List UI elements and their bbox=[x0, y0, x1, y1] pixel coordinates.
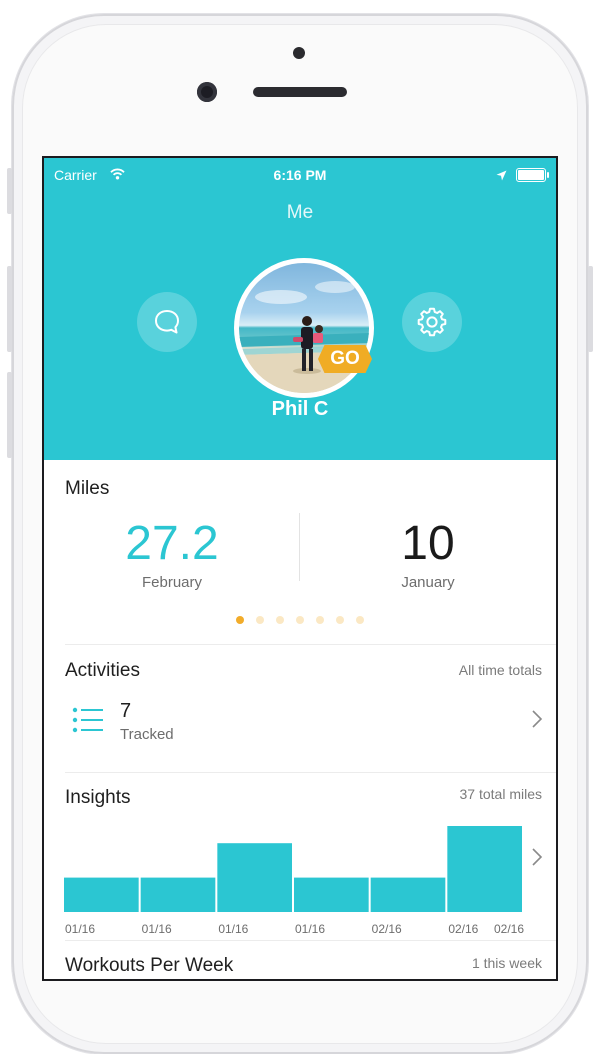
page-dot[interactable] bbox=[256, 616, 264, 624]
earpiece-speaker bbox=[253, 87, 347, 97]
activities-count: 7 bbox=[120, 700, 132, 722]
page-dot[interactable] bbox=[276, 616, 284, 624]
x-tick-label: 01/16 bbox=[142, 922, 172, 936]
page-dot[interactable] bbox=[236, 616, 244, 624]
chart-bar bbox=[140, 877, 216, 912]
chart-bar bbox=[447, 826, 522, 912]
chart-bar bbox=[217, 843, 292, 912]
miles-previous-month: January bbox=[401, 574, 455, 591]
page-dot[interactable] bbox=[356, 616, 364, 624]
chat-bubble-icon bbox=[155, 310, 179, 334]
section-divider bbox=[65, 940, 556, 941]
beach-photo bbox=[239, 281, 369, 393]
workouts-aside: 1 this week bbox=[471, 955, 542, 971]
activities-aside: All time totals bbox=[458, 662, 542, 678]
workouts-heading: Workouts Per Week bbox=[65, 955, 234, 976]
page-title: Me bbox=[286, 202, 314, 223]
status-bar: Carrier 6:16 PM bbox=[44, 158, 556, 190]
miles-current-value: 27.2 bbox=[125, 517, 219, 570]
x-tick-label: 01/16 bbox=[295, 922, 325, 936]
chart-x-axis-labels: 01/16 01/16 01/16 01/16 02/16 02/16 02/16 bbox=[65, 922, 524, 936]
user-name: Phil C bbox=[271, 398, 329, 420]
phone-power-button bbox=[588, 266, 593, 352]
chart-bar bbox=[64, 877, 139, 912]
location-arrow-icon bbox=[496, 168, 507, 184]
x-tick-label: 02/16 bbox=[494, 922, 524, 936]
gear-icon bbox=[417, 307, 447, 337]
chevron-right-icon[interactable] bbox=[530, 846, 544, 868]
profile-header: Carrier 6:16 PM Me GO Phil C bbox=[44, 158, 556, 460]
settings-button[interactable] bbox=[402, 292, 462, 352]
x-tick-label: 01/16 bbox=[218, 922, 248, 936]
page-dot[interactable] bbox=[316, 616, 324, 624]
phone-side-button bbox=[7, 168, 12, 214]
chevron-right-icon[interactable] bbox=[530, 708, 544, 730]
page-dot[interactable] bbox=[336, 616, 344, 624]
chart-bar bbox=[370, 877, 446, 912]
miles-heading: Miles bbox=[65, 478, 110, 499]
section-divider bbox=[65, 644, 556, 645]
insights-heading: Insights bbox=[65, 787, 131, 808]
phone-volume-up bbox=[7, 266, 12, 352]
chart-bar bbox=[294, 877, 369, 912]
app-screen: Carrier 6:16 PM Me GO Phil C Miles 27.2 … bbox=[44, 158, 556, 979]
phone-volume-down bbox=[7, 372, 12, 458]
activities-heading: Activities bbox=[65, 660, 140, 681]
profile-photo[interactable] bbox=[234, 258, 374, 398]
insights-aside: 37 total miles bbox=[459, 786, 542, 802]
miles-current-stat[interactable]: 27.2 February bbox=[44, 516, 300, 591]
x-tick-label: 01/16 bbox=[65, 922, 95, 936]
status-time: 6:16 PM bbox=[273, 167, 327, 183]
front-camera bbox=[197, 82, 217, 102]
proximity-sensor bbox=[293, 47, 305, 59]
messages-button[interactable] bbox=[137, 292, 197, 352]
list-icon bbox=[72, 707, 103, 733]
miles-previous-stat[interactable]: 10 January bbox=[300, 516, 556, 591]
x-tick-label: 02/16 bbox=[372, 922, 402, 936]
page-indicator[interactable] bbox=[44, 616, 556, 624]
activities-count-label: Tracked bbox=[120, 726, 174, 743]
go-badge: GO bbox=[318, 345, 372, 373]
miles-current-month: February bbox=[141, 574, 203, 591]
page-dot[interactable] bbox=[296, 616, 304, 624]
miles-previous-value: 10 bbox=[401, 517, 455, 570]
insights-bar-chart[interactable] bbox=[64, 826, 524, 912]
battery-icon bbox=[516, 168, 549, 182]
x-tick-label: 02/16 bbox=[448, 922, 478, 936]
section-divider bbox=[65, 772, 556, 773]
